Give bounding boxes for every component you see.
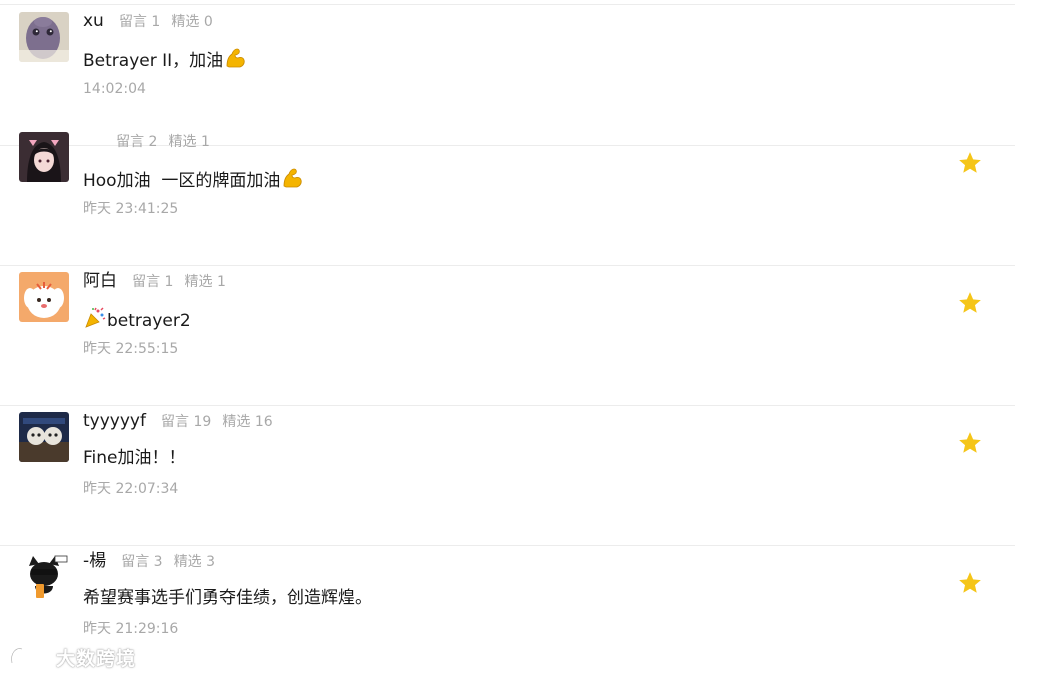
- message-count: 留言 3: [121, 554, 163, 570]
- comment-meta: 阿白 留言 1 精选 1: [83, 270, 232, 292]
- timestamp: 昨天 22:07:34: [83, 481, 179, 497]
- message-count: 留言 19: [161, 414, 212, 430]
- watermark-text: 大数跨境: [56, 647, 137, 670]
- comment-text: Betrayer II，加油: [83, 46, 247, 77]
- avatar[interactable]: [19, 552, 69, 602]
- watermark-logo-icon: [8, 643, 52, 671]
- star-icon[interactable]: [957, 430, 983, 456]
- watermark: 大数跨境: [8, 643, 136, 671]
- comment-meta: tyyyyyf 留言 19 精选 16: [83, 410, 279, 432]
- featured-count: 精选 0: [171, 14, 213, 30]
- comment-text: Hoo加油 一区的牌面加油: [83, 166, 304, 197]
- featured-count: 精选 1: [168, 134, 210, 150]
- timestamp: 昨天 21:29:16: [83, 621, 179, 637]
- comment-text-body: betrayer2: [107, 311, 191, 331]
- comment-meta: xu 留言 1 精选 0: [83, 10, 219, 32]
- comment-text-body: 希望赛事选手们勇夺佳绩，创造辉煌。: [83, 588, 372, 608]
- comment-text: betrayer2: [83, 306, 191, 337]
- comment-text-body: Hoo加油 一区的牌面加油: [83, 171, 281, 191]
- nickname[interactable]: -楊: [83, 551, 106, 571]
- avatar[interactable]: [19, 412, 69, 462]
- timestamp: 14:02:04: [83, 81, 146, 97]
- message-count: 留言 1: [118, 14, 161, 30]
- nickname[interactable]: 阿白: [83, 271, 117, 291]
- featured-count: 精选 1: [184, 274, 226, 290]
- featured-count: 精选 16: [222, 414, 273, 430]
- flexed-biceps-icon: [223, 46, 247, 77]
- nickname[interactable]: tyyyyyf: [83, 411, 146, 431]
- avatar[interactable]: [19, 12, 69, 62]
- comment-item: tyyyyyf 留言 19 精选 16 Fine加油！！ 昨天 22:07:34: [0, 405, 1015, 546]
- avatar[interactable]: [19, 272, 69, 322]
- star-icon[interactable]: [957, 150, 983, 176]
- comment-text: Fine加油！！: [83, 446, 186, 470]
- comment-item: -楊 留言 3 精选 3 希望赛事选手们勇夺佳绩，创造辉煌。 昨天 21:29:…: [0, 545, 1015, 685]
- avatar[interactable]: [19, 132, 69, 182]
- flexed-biceps-icon: [280, 166, 304, 197]
- comment-text-body: Fine加油！！: [83, 448, 186, 468]
- party-popper-icon: [83, 306, 107, 337]
- nickname[interactable]: xu: [83, 11, 104, 31]
- comment-text: 希望赛事选手们勇夺佳绩，创造辉煌。: [83, 586, 372, 610]
- timestamp: 昨天 23:41:25: [83, 201, 179, 217]
- message-count: 留言 2: [116, 134, 158, 150]
- comment-item: 阿白 留言 1 精选 1 betrayer2 昨天 22:55:15: [0, 265, 1015, 406]
- featured-count: 精选 3: [173, 554, 216, 570]
- comment-item: 留言 2 精选 1 Hoo加油 一区的牌面加油 昨天 23:41:25: [0, 125, 1015, 266]
- comment-text-body: Betrayer II，加油: [83, 51, 224, 71]
- timestamp: 昨天 22:55:15: [83, 341, 179, 357]
- star-icon[interactable]: [957, 570, 983, 596]
- comment-meta: -楊 留言 3 精选 3: [83, 550, 221, 572]
- message-count: 留言 1: [132, 274, 174, 290]
- star-icon[interactable]: [957, 290, 983, 316]
- comment-meta: 留言 2 精选 1: [83, 130, 216, 152]
